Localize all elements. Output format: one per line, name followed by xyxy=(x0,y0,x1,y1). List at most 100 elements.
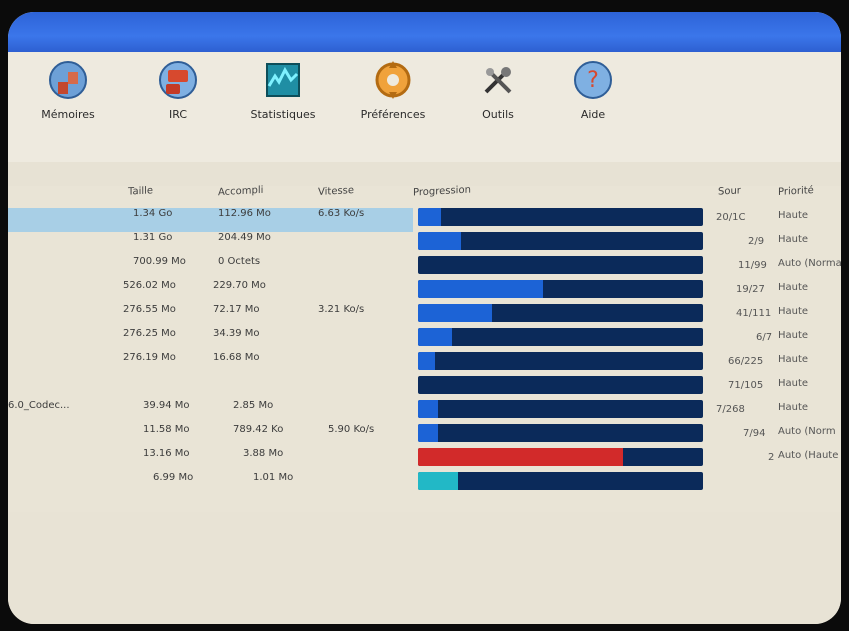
progress-fill xyxy=(418,208,441,226)
file-size: 1.34 Go xyxy=(133,208,173,219)
progress-bar xyxy=(418,208,703,226)
priority: Haute xyxy=(778,378,809,389)
file-done: 16.68 Mo xyxy=(213,352,260,363)
sources: 71/105 xyxy=(728,380,764,391)
priority: Haute xyxy=(778,306,809,317)
progress-fill xyxy=(418,280,544,298)
help-icon: ? xyxy=(571,58,615,102)
file-size: 1.31 Go xyxy=(133,232,173,243)
header-accompli[interactable]: Accompli xyxy=(218,185,263,198)
sources: 2/9 xyxy=(748,236,765,247)
tools-icon xyxy=(476,58,520,102)
progress-bar xyxy=(418,424,703,442)
svg-text:?: ? xyxy=(587,68,599,93)
file-size: 6.99 Mo xyxy=(153,472,194,483)
progress-fill xyxy=(418,232,461,250)
tool-label: Outils xyxy=(482,108,514,121)
progress-bar xyxy=(418,328,703,346)
file-name: 6.0_Codec... xyxy=(8,400,70,411)
header-taille[interactable]: Taille xyxy=(128,185,153,197)
file-speed: 3.21 Ko/s xyxy=(318,304,365,315)
toolbar: Mémoires IRC Statistiques Préférences Ou… xyxy=(8,52,841,163)
tool-outils[interactable]: Outils xyxy=(453,58,543,121)
progress-fill xyxy=(418,352,436,370)
priority: Haute xyxy=(778,282,809,293)
file-size: 11.58 Mo xyxy=(143,424,190,435)
download-list: 1.34 Go 112.96 Mo 6.63 Ko/s 20/1C Haute … xyxy=(8,202,841,502)
tool-statistics[interactable]: Statistiques xyxy=(228,58,338,121)
sources: 7/268 xyxy=(716,404,745,415)
sources: 6/7 xyxy=(756,332,773,343)
file-speed: 5.90 Ko/s xyxy=(328,424,375,435)
tool-irc[interactable]: IRC xyxy=(128,58,228,121)
priority: Haute xyxy=(778,234,809,245)
memory-icon xyxy=(46,58,90,102)
tool-aide[interactable]: ? Aide xyxy=(548,58,638,121)
table-row[interactable]: 1.34 Go 112.96 Mo 6.63 Ko/s xyxy=(8,208,413,232)
file-done: 3.88 Mo xyxy=(243,448,284,459)
download-list-header: Taille Accompli Vitesse Progression Sour… xyxy=(8,178,841,204)
bottom-panel xyxy=(8,512,841,624)
file-done: 1.01 Mo xyxy=(253,472,294,483)
progress-bar xyxy=(418,472,703,490)
tool-label: Mémoires xyxy=(41,108,95,121)
sources: 20/1C xyxy=(716,212,746,223)
progress-bar xyxy=(418,448,703,466)
header-priorite[interactable]: Priorité xyxy=(778,185,814,198)
statistics-icon xyxy=(261,58,305,102)
progress-bar xyxy=(418,304,703,322)
file-done: 112.96 Mo xyxy=(218,208,271,219)
tool-memories[interactable]: Mémoires xyxy=(18,58,118,121)
sources: 41/111 xyxy=(736,308,772,319)
sources: 2 xyxy=(768,452,775,463)
file-done: 0 Octets xyxy=(218,256,261,267)
priority: Auto (Haute xyxy=(778,450,839,461)
window-titlebar xyxy=(8,12,841,56)
priority: Haute xyxy=(778,402,809,413)
progress-fill xyxy=(418,448,624,466)
preferences-icon xyxy=(371,58,415,102)
progress-bar xyxy=(418,232,703,250)
progress-fill xyxy=(418,304,493,322)
file-size: 276.25 Mo xyxy=(123,328,176,339)
file-size: 276.55 Mo xyxy=(123,304,176,315)
file-size: 39.94 Mo xyxy=(143,400,190,411)
progress-fill xyxy=(418,424,438,442)
tool-label: Aide xyxy=(580,108,606,121)
tool-label: IRC xyxy=(168,108,188,121)
file-speed: 6.63 Ko/s xyxy=(318,208,365,219)
progress-fill xyxy=(418,472,458,490)
progress-bar xyxy=(418,280,703,298)
photo-frame: Mémoires IRC Statistiques Préférences Ou… xyxy=(0,0,849,631)
sources: 7/94 xyxy=(743,428,766,439)
header-sources[interactable]: Sour xyxy=(718,185,741,197)
file-size: 276.19 Mo xyxy=(123,352,176,363)
header-progression[interactable]: Progression xyxy=(413,184,471,198)
priority: Auto (Norma xyxy=(778,258,841,269)
progress-bar xyxy=(418,256,703,274)
priority: Auto (Norm xyxy=(778,426,836,437)
file-done: 34.39 Mo xyxy=(213,328,260,339)
file-done: 72.17 Mo xyxy=(213,304,260,315)
priority: Haute xyxy=(778,354,809,365)
progress-fill xyxy=(418,328,453,346)
priority: Haute xyxy=(778,210,809,221)
progress-bar xyxy=(418,376,703,394)
progress-bar xyxy=(418,400,703,418)
progress-bar xyxy=(418,352,703,370)
file-size: 526.02 Mo xyxy=(123,280,176,291)
file-done: 229.70 Mo xyxy=(213,280,266,291)
tool-label: Statistiques xyxy=(250,108,316,121)
sources: 66/225 xyxy=(728,356,764,367)
file-size: 700.99 Mo xyxy=(133,256,186,267)
sources: 19/27 xyxy=(736,284,765,295)
file-done: 2.85 Mo xyxy=(233,400,274,411)
irc-icon xyxy=(156,58,200,102)
header-vitesse[interactable]: Vitesse xyxy=(318,185,354,198)
file-done: 789.42 Ko xyxy=(233,424,284,435)
progress-fill xyxy=(418,400,438,418)
tool-preferences[interactable]: Préférences xyxy=(343,58,443,121)
sources: 11/99 xyxy=(738,260,767,271)
file-size: 13.16 Mo xyxy=(143,448,190,459)
priority: Haute xyxy=(778,330,809,341)
